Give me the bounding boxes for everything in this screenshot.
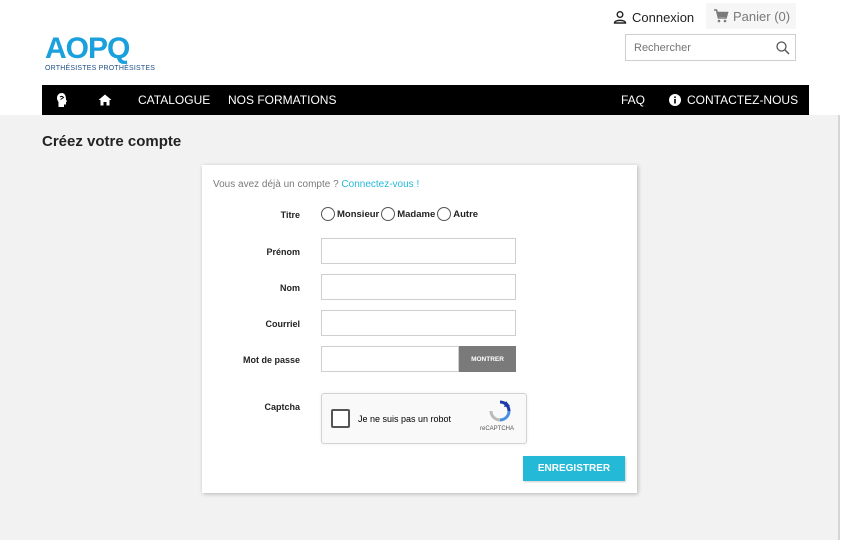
- title-radio-group: Monsieur Madame Autre: [321, 207, 480, 221]
- submit-button[interactable]: ENREGISTRER: [523, 456, 625, 481]
- radio-button[interactable]: [381, 207, 396, 221]
- nav-contact-label: CONTACTEZ-NOUS: [687, 93, 799, 107]
- email-label: Courriel: [265, 319, 300, 329]
- firstname-label: Prénom: [266, 247, 300, 257]
- lastname-label: Nom: [280, 283, 300, 293]
- email-field[interactable]: [321, 310, 516, 336]
- divider: [0, 540, 842, 544]
- nav-faq[interactable]: FAQ: [621, 85, 645, 115]
- user-icon: [613, 11, 627, 24]
- search-input[interactable]: [626, 35, 766, 60]
- nav-formations[interactable]: NOS FORMATIONS: [228, 85, 336, 115]
- nav-contact[interactable]: CONTACTEZ-NOUS: [669, 85, 798, 115]
- logo-text: AOPQ: [45, 32, 130, 65]
- signin-label: Connexion: [632, 9, 695, 25]
- divider: [838, 115, 840, 540]
- search-icon[interactable]: [775, 40, 791, 56]
- head-profile-icon[interactable]: [56, 85, 68, 115]
- already-account: Vous avez déjà un compte ? Connectez-vou…: [213, 179, 419, 190]
- recaptcha-brand: reCAPTCHA: [480, 426, 515, 432]
- radio-button[interactable]: [437, 207, 452, 221]
- show-password-button[interactable]: MONTRER: [459, 346, 516, 372]
- recaptcha-logo-icon: [489, 400, 511, 422]
- password-field[interactable]: [321, 346, 459, 372]
- title-option-label: Madame: [397, 208, 436, 220]
- firstname-field[interactable]: [321, 238, 516, 264]
- site-logo[interactable]: AOPQ ORTHÉSISTES PROTHÉSISTES: [45, 34, 155, 76]
- signin-link[interactable]: Connexion: [613, 6, 694, 28]
- main-nav: CATALOGUE NOS FORMATIONS FAQ CONTACTEZ-N…: [42, 85, 809, 115]
- nav-catalogue[interactable]: CATALOGUE: [138, 85, 210, 115]
- cart-label: Panier (0): [733, 8, 791, 24]
- cart-icon: [714, 9, 729, 23]
- site-header: AOPQ ORTHÉSISTES PROTHÉSISTES Connexion …: [0, 0, 842, 85]
- recaptcha-widget: Je ne suis pas un robot reCAPTCHA: [321, 393, 527, 444]
- title-option-monsieur[interactable]: Monsieur: [321, 207, 379, 221]
- info-icon: [669, 94, 681, 106]
- recaptcha-checkbox[interactable]: [331, 409, 350, 428]
- cart-button[interactable]: Panier (0): [706, 3, 796, 29]
- title-option-label: Monsieur: [337, 208, 380, 220]
- title-option-label: Autre: [453, 208, 479, 220]
- home-icon[interactable]: [98, 85, 112, 115]
- title-option-madame[interactable]: Madame: [381, 207, 435, 221]
- already-text: Vous avez déjà un compte ?: [213, 179, 339, 190]
- logo-tagline: ORTHÉSISTES PROTHÉSISTES: [45, 65, 156, 72]
- title-option-autre[interactable]: Autre: [437, 207, 478, 221]
- search-box: [625, 34, 796, 61]
- password-label: Mot de passe: [242, 355, 300, 365]
- page-title: Créez votre compte: [42, 133, 182, 150]
- lastname-field[interactable]: [321, 274, 516, 300]
- main-content: Créez votre compte Vous avez déjà un com…: [0, 115, 838, 540]
- recaptcha-text: Je ne suis pas un robot: [358, 414, 452, 424]
- radio-button[interactable]: [321, 207, 335, 221]
- captcha-label: Captcha: [264, 402, 300, 412]
- registration-form: Vous avez déjà un compte ? Connectez-vou…: [202, 165, 637, 493]
- login-link[interactable]: Connectez-vous !: [341, 179, 419, 190]
- title-label: Titre: [280, 210, 300, 220]
